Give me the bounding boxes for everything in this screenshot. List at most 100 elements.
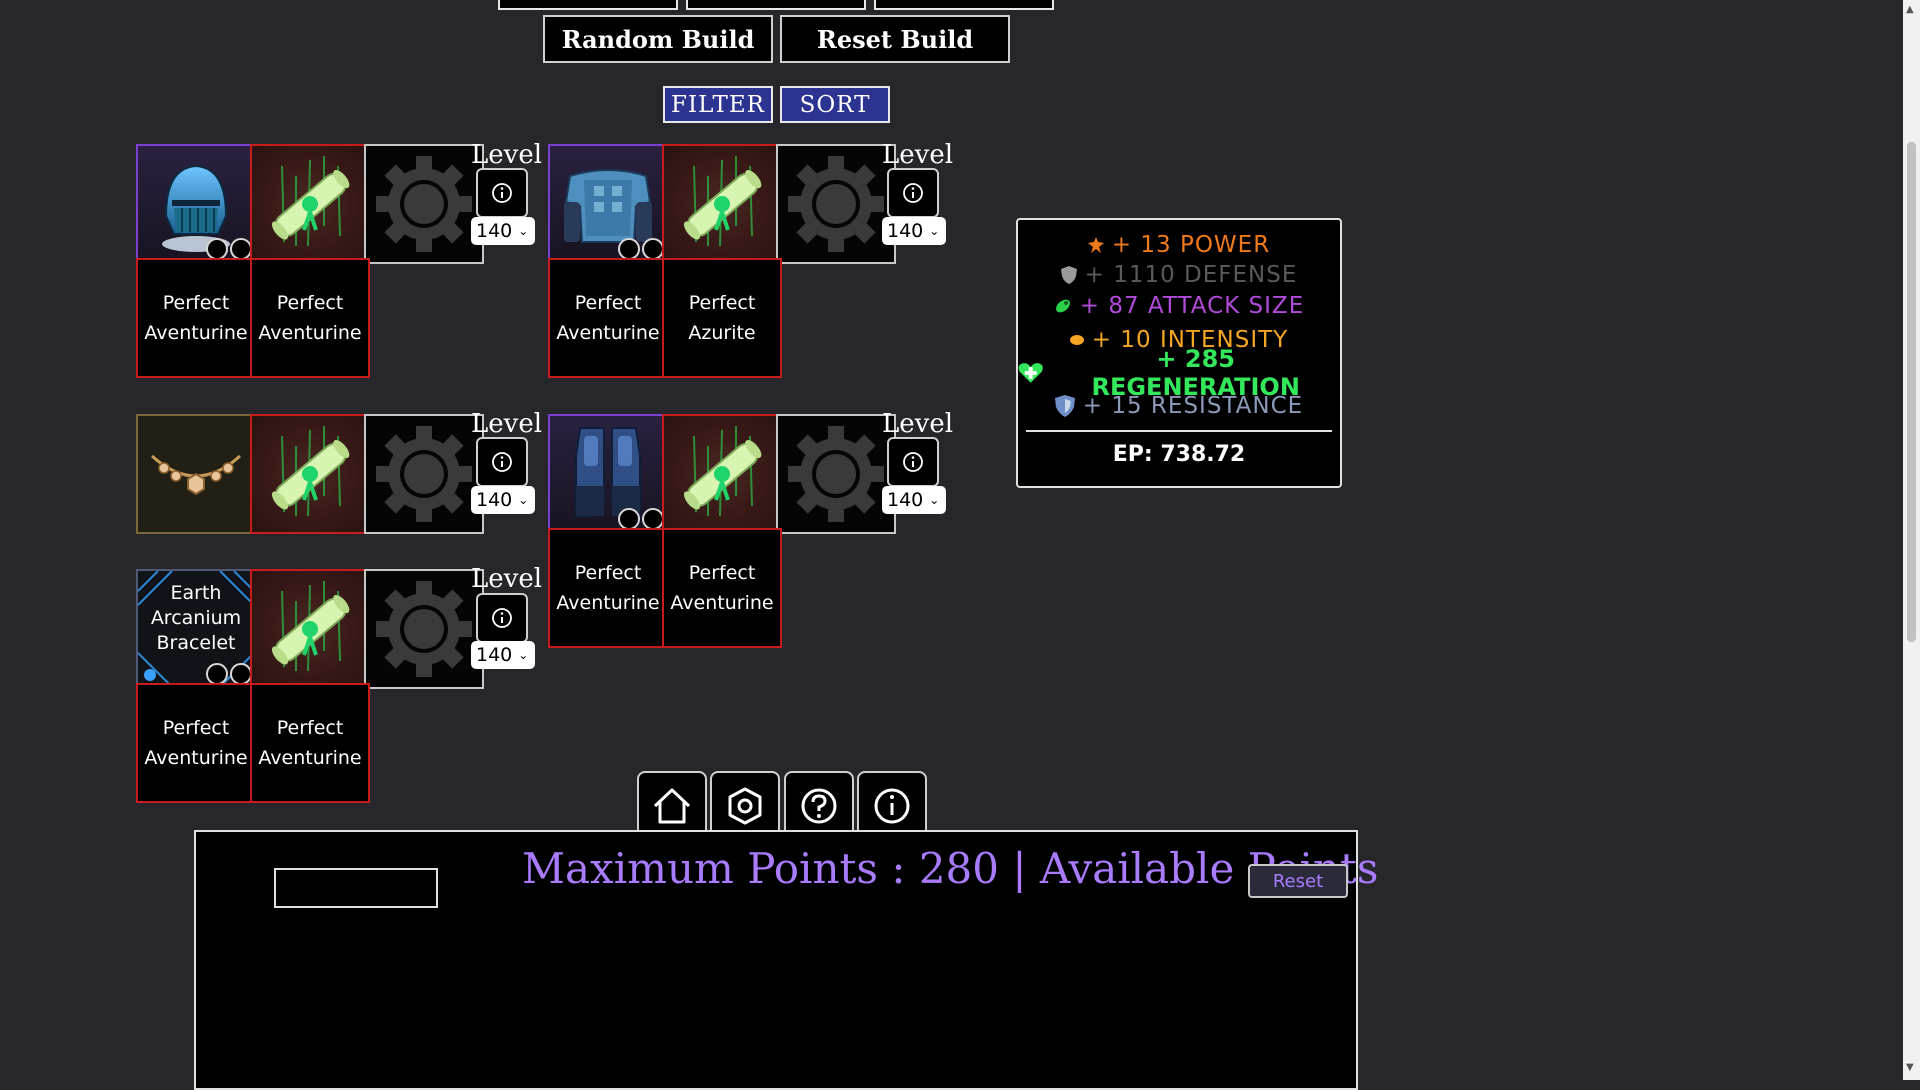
defense-text: + 1110 DEFENSE: [1084, 262, 1298, 288]
amulet-icon: [150, 454, 242, 496]
resistance-text: + 15 RESISTANCE: [1082, 393, 1304, 419]
amulet-enchant-slot[interactable]: [250, 414, 370, 534]
gem-slot[interactable]: Perfect Aventurine: [548, 528, 668, 648]
bracelet-enchant-slot[interactable]: [250, 569, 370, 689]
level-label: Level: [882, 409, 954, 439]
info-icon: [492, 608, 512, 628]
stats-divider: [1026, 430, 1332, 432]
gem-slot[interactable]: Perfect Aventurine: [136, 683, 256, 803]
info-icon: [492, 183, 512, 203]
gem-label: Perfect Aventurine: [144, 717, 248, 769]
filter-button[interactable]: FILTER: [663, 86, 773, 123]
power-text: + 13 POWER: [1111, 232, 1271, 258]
level-label: Level: [471, 564, 543, 594]
boots-enchant-slot[interactable]: [662, 414, 782, 534]
info-button[interactable]: [887, 168, 939, 218]
socket-dots: [206, 238, 252, 260]
gem-slot[interactable]: Perfect Aventurine: [250, 683, 370, 803]
regeneration-stat: + 285 REGENERATION: [1018, 345, 1340, 401]
gear-icon: [376, 581, 472, 677]
chevron-down-icon: ⌄: [518, 224, 529, 238]
level-select[interactable]: 140 ⌄: [471, 486, 535, 514]
points-panel: Maximum Points : 280 | Available Points …: [194, 830, 1378, 1090]
stats-panel: + 13 POWER + 1110 DEFENSE + 87 ATTACK SI…: [1016, 218, 1342, 488]
gem-slot[interactable]: Perfect Aventurine: [548, 258, 668, 378]
heart-plus-icon: [1018, 363, 1043, 383]
scroll-up-icon[interactable]: ▲: [1906, 4, 1914, 15]
gem-slot[interactable]: Perfect Aventurine: [136, 258, 256, 378]
helmet-enchant-slot[interactable]: [250, 144, 370, 264]
ep-text: EP: 738.72: [1112, 442, 1246, 467]
gem-slot[interactable]: Perfect Aventurine: [250, 258, 370, 378]
chevron-down-icon: ⌄: [518, 648, 529, 662]
info-icon: [903, 183, 923, 203]
gem-slot[interactable]: Perfect Azurite: [662, 258, 782, 378]
level-select[interactable]: 140 ⌄: [471, 217, 535, 245]
info-button[interactable]: [476, 168, 528, 218]
socket-dots: [206, 663, 252, 685]
random-build-button[interactable]: Random Build: [543, 15, 773, 63]
gem-label: Perfect Aventurine: [670, 562, 774, 614]
gear-icon: [376, 156, 472, 252]
scrollbar[interactable]: ▲ ▼: [1903, 0, 1920, 1080]
level-select[interactable]: 140 ⌄: [882, 486, 946, 514]
socket-dots: [618, 508, 664, 530]
scroll-down-icon[interactable]: ▼: [1906, 1062, 1914, 1073]
gem-label: Perfect Aventurine: [556, 562, 660, 614]
top-tab-3[interactable]: [874, 0, 1054, 10]
bracelet-label: Earth Arcanium Bracelet: [150, 582, 242, 654]
gear-icon: [376, 426, 472, 522]
level-value: 140: [887, 220, 924, 242]
scroll-icon: [683, 426, 762, 517]
gem-label: Perfect Aventurine: [556, 292, 660, 344]
scroll-icon: [683, 156, 762, 247]
gem-label: Perfect Aventurine: [144, 292, 248, 344]
chest-slot[interactable]: [548, 144, 668, 264]
help-icon: [801, 788, 837, 824]
info-button[interactable]: [887, 437, 939, 487]
info-icon: [903, 452, 923, 472]
home-icon: [653, 788, 691, 824]
resistance-shield-icon: [1054, 395, 1075, 417]
info-button[interactable]: [476, 437, 528, 487]
helmet-rune-slot[interactable]: [364, 144, 484, 264]
level-select[interactable]: 140 ⌄: [471, 641, 535, 669]
info-icon: [874, 788, 910, 824]
bracelet-rune-slot[interactable]: [364, 569, 484, 689]
gem-slot[interactable]: Perfect Aventurine: [662, 528, 782, 648]
info-button[interactable]: [476, 593, 528, 643]
boots-rune-slot[interactable]: [776, 414, 896, 534]
defense-stat: + 1110 DEFENSE: [1018, 262, 1340, 288]
scroll-icon: [271, 156, 350, 247]
level-select[interactable]: 140 ⌄: [882, 217, 946, 245]
level-value: 140: [476, 220, 513, 242]
chest-rune-slot[interactable]: [776, 144, 896, 264]
amulet-slot[interactable]: [136, 414, 256, 534]
attack-size-icon: [1055, 299, 1070, 313]
gem-label: Perfect Aventurine: [258, 292, 362, 344]
reset-build-button[interactable]: Reset Build: [780, 15, 1010, 63]
helmet-slot[interactable]: [136, 144, 256, 264]
gear-icon: [788, 426, 884, 522]
scrollbar-thumb[interactable]: [1907, 142, 1916, 642]
chevron-down-icon: ⌄: [929, 493, 940, 507]
attack-size-text: + 87 ATTACK SIZE: [1079, 293, 1305, 319]
points-reset-button[interactable]: Reset: [1248, 864, 1348, 898]
top-tab-1[interactable]: [498, 0, 678, 10]
chest-enchant-slot[interactable]: [662, 144, 782, 264]
socket-dots: [618, 238, 664, 260]
level-label: Level: [471, 409, 543, 439]
info-icon: [492, 452, 512, 472]
level-value: 140: [476, 489, 513, 511]
resistance-stat: + 15 RESISTANCE: [1018, 392, 1340, 420]
boots-slot[interactable]: [548, 414, 668, 534]
top-tab-2[interactable]: [686, 0, 866, 10]
sort-button[interactable]: SORT: [780, 86, 890, 123]
chevron-down-icon: ⌄: [518, 493, 529, 507]
bracelet-slot[interactable]: Earth Arcanium Bracelet: [136, 569, 256, 689]
level-value: 140: [476, 644, 513, 666]
power-icon: [1087, 237, 1104, 253]
points-input[interactable]: [274, 868, 438, 908]
amulet-rune-slot[interactable]: [364, 414, 484, 534]
level-label: Level: [471, 140, 543, 170]
